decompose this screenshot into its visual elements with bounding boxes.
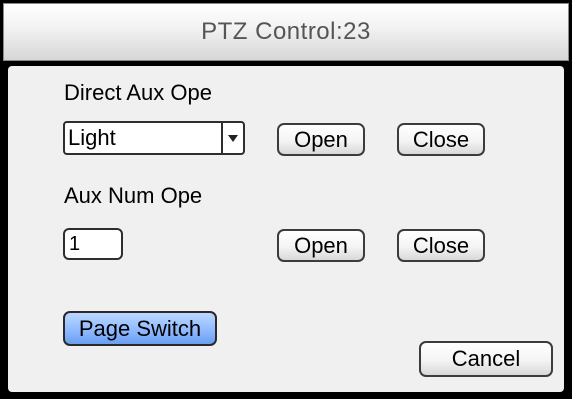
direct-aux-heading: Direct Aux Ope xyxy=(64,80,212,105)
aux-num-close-button[interactable]: Close xyxy=(397,229,485,262)
title-bar: PTZ Control:23 xyxy=(3,3,569,61)
aux-num-open-button[interactable]: Open xyxy=(277,229,365,262)
aux-function-select[interactable]: Light xyxy=(63,121,245,155)
aux-number-input[interactable]: 1 xyxy=(63,228,123,260)
aux-function-value: Light xyxy=(68,125,116,150)
ptz-control-panel: Direct Aux Ope Light Open Close Aux Num … xyxy=(8,66,564,392)
window-title: PTZ Control:23 xyxy=(201,18,371,45)
cancel-button[interactable]: Cancel xyxy=(419,341,553,377)
direct-aux-close-button[interactable]: Close xyxy=(397,123,485,156)
chevron-down-icon[interactable] xyxy=(221,123,243,153)
page-switch-button[interactable]: Page Switch xyxy=(63,311,217,346)
aux-num-heading: Aux Num Ope xyxy=(64,183,203,208)
ptz-control-window: PTZ Control:23 Direct Aux Ope Light Open… xyxy=(0,0,572,399)
direct-aux-open-button[interactable]: Open xyxy=(277,123,365,156)
